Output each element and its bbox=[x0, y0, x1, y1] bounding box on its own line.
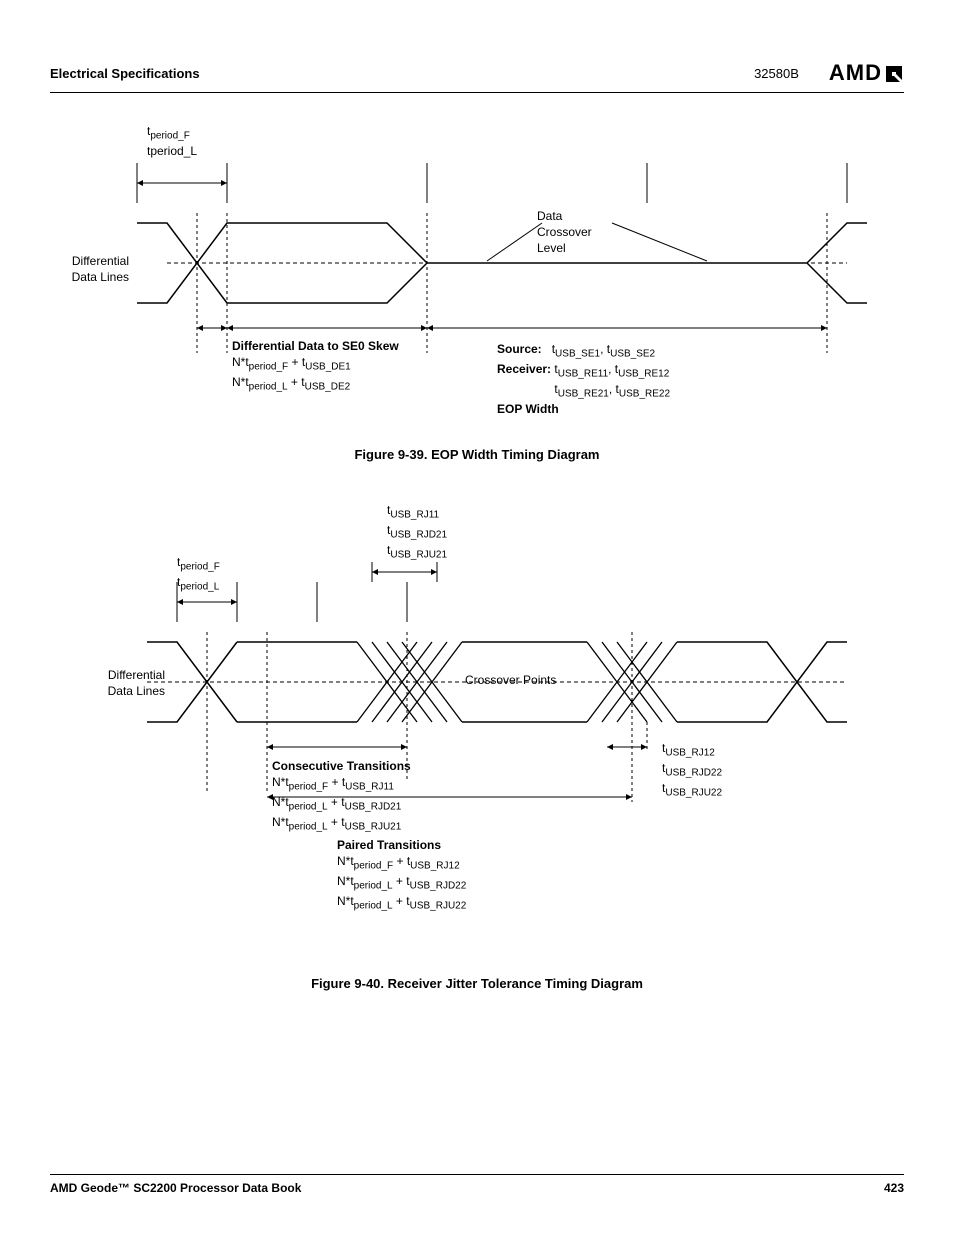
doc-number: 32580B bbox=[754, 66, 799, 81]
figure-9-40-caption: Figure 9-40. Receiver Jitter Tolerance T… bbox=[50, 976, 904, 991]
footer-title: AMD Geode™ SC2200 Processor Data Book bbox=[50, 1181, 301, 1195]
skew-annotation: Differential Data to SE0 Skew N*tperiod_… bbox=[232, 338, 399, 394]
amd-logo: AMD bbox=[829, 60, 904, 86]
page-header: Electrical Specifications 32580B AMD bbox=[50, 60, 904, 93]
figure-9-40: tUSB_RJ11 tUSB_RJD21 tUSB_RJU21 tperiod_… bbox=[87, 502, 867, 962]
eop-timing-svg bbox=[87, 153, 867, 363]
page-footer: AMD Geode™ SC2200 Processor Data Book 42… bbox=[50, 1174, 904, 1195]
figure-9-39-caption: Figure 9-39. EOP Width Timing Diagram bbox=[50, 447, 904, 462]
crossover-points-label: Crossover Points bbox=[465, 672, 556, 688]
section-title: Electrical Specifications bbox=[50, 66, 200, 81]
source-receiver-block: Source: tUSB_SE1, tUSB_SE2 Receiver: tUS… bbox=[497, 341, 670, 417]
paired-transitions-block: Paired Transitions N*tperiod_F + tUSB_RJ… bbox=[337, 837, 466, 913]
crossover-level-label: Data Crossover Level bbox=[537, 208, 592, 257]
consecutive-transitions-block: Consecutive Transitions N*tperiod_F + tU… bbox=[272, 758, 411, 834]
page-number: 423 bbox=[884, 1181, 904, 1195]
diff-data-lines-label-2: Differential Data Lines bbox=[85, 667, 165, 699]
right-rj-labels: tUSB_RJ12 tUSB_RJD22 tUSB_RJU22 bbox=[662, 740, 722, 800]
figure-9-39: tperiod_F tperiod_L bbox=[87, 123, 867, 433]
diff-data-lines-label: Differential Data Lines bbox=[69, 253, 129, 285]
